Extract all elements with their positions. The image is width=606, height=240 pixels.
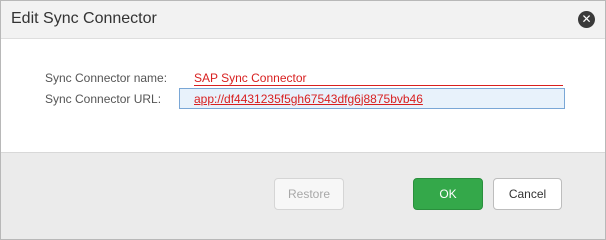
sync-connector-name-label: Sync Connector name: [45, 71, 168, 85]
edit-sync-connector-dialog: Edit Sync Connector ✕ Sync Connector nam… [0, 0, 606, 240]
sync-connector-url-field[interactable] [179, 88, 565, 109]
dialog-titlebar: Edit Sync Connector ✕ [1, 1, 605, 39]
cancel-button[interactable]: Cancel [493, 178, 562, 210]
sync-connector-url-label: Sync Connector URL: [45, 92, 162, 106]
close-icon[interactable]: ✕ [578, 11, 595, 28]
restore-button[interactable]: Restore [274, 178, 344, 210]
dialog-body: Sync Connector name: Sync Connector URL: [1, 40, 605, 152]
sync-connector-name-field[interactable] [194, 70, 563, 86]
ok-button[interactable]: OK [413, 178, 483, 210]
dialog-footer: Restore OK Cancel [1, 152, 605, 239]
dialog-title: Edit Sync Connector [11, 10, 157, 27]
